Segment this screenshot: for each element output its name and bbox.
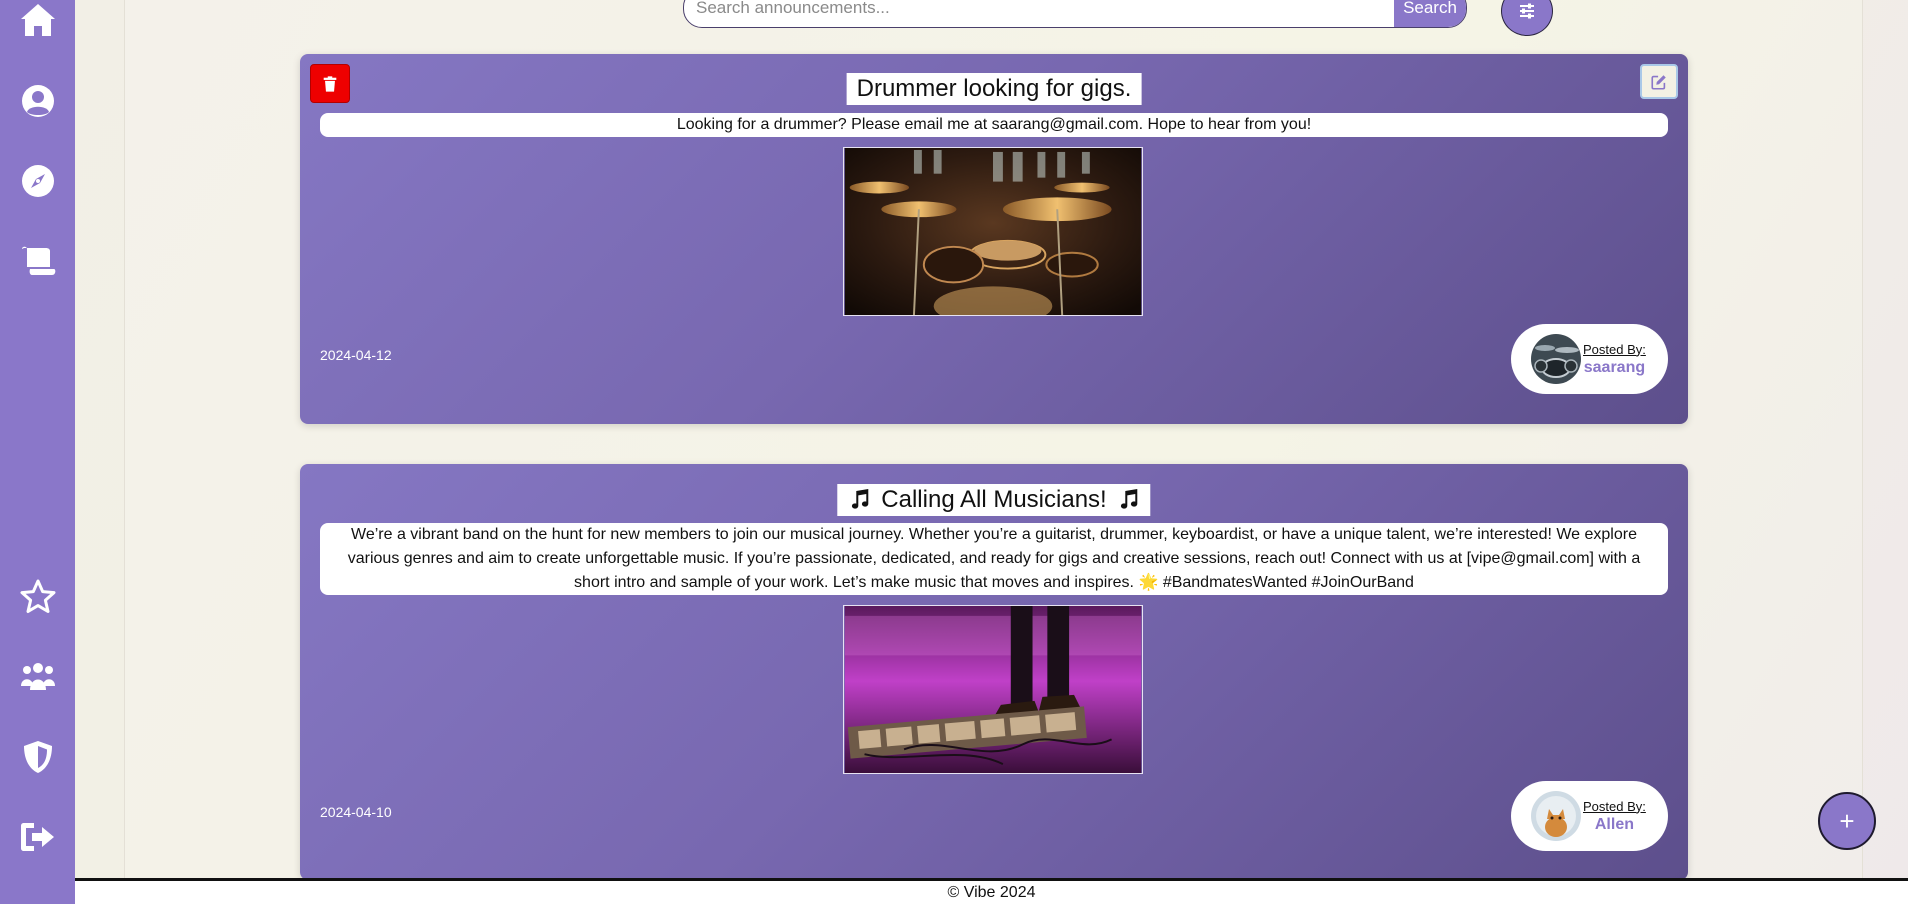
drum-kit-photo — [844, 148, 1142, 315]
announcement-date: 2024-04-12 — [320, 347, 392, 363]
avatar — [1531, 791, 1581, 841]
add-announcement-button[interactable]: + — [1818, 792, 1876, 850]
footer-text: © Vibe 2024 — [947, 884, 1036, 901]
guitar-pedalboard-stage-photo — [844, 606, 1142, 773]
announcement-title-text: Calling All Musicians! — [881, 486, 1107, 513]
nav-explore[interactable] — [0, 151, 75, 211]
nav-logout[interactable] — [0, 807, 75, 867]
announcement-description: We’re a vibrant band on the hunt for new… — [320, 523, 1668, 595]
search-bar: Search — [683, 0, 1467, 28]
people-group-icon — [20, 663, 55, 690]
search-button[interactable]: Search — [1394, 0, 1466, 27]
main-content: Search Drummer looking for gigs. — [124, 0, 1863, 880]
plus-icon: + — [1839, 805, 1855, 836]
announcement-title: Drummer looking for gigs. — [846, 73, 1142, 105]
posted-by-text: Posted By: saarang — [1583, 342, 1646, 377]
drum-avatar-image — [1531, 334, 1581, 384]
trash-icon — [323, 75, 337, 92]
posted-by-text: Posted By: Allen — [1583, 799, 1646, 834]
announcement-title: Calling All Musicians! — [837, 484, 1151, 516]
music-notes-icon — [1121, 489, 1138, 509]
announcement-date: 2024-04-10 — [320, 804, 392, 820]
posted-by[interactable]: Posted By: Allen — [1511, 781, 1668, 851]
announcement-description: Looking for a drummer? Please email me a… — [320, 113, 1668, 137]
nav-profile[interactable] — [0, 71, 75, 131]
edit-icon — [1651, 74, 1666, 90]
nav-favorites[interactable] — [0, 567, 75, 627]
filter-button[interactable] — [1501, 0, 1553, 36]
scroll-icon — [21, 246, 55, 275]
nav-security[interactable] — [0, 727, 75, 787]
shield-icon — [23, 741, 52, 773]
posted-by-label: Posted By: — [1583, 798, 1646, 814]
star-icon — [20, 579, 55, 613]
announcement-title-text: Drummer looking for gigs. — [856, 75, 1132, 102]
nav-announcements[interactable] — [0, 231, 75, 291]
author-link[interactable]: saarang — [1583, 359, 1646, 377]
announcement-card: Calling All Musicians! We’re a vibrant b… — [300, 464, 1688, 880]
author-link[interactable]: Allen — [1583, 816, 1646, 834]
announcement-image — [843, 605, 1143, 774]
footer: © Vibe 2024 — [75, 878, 1908, 904]
compass-icon — [21, 165, 54, 197]
sign-out-icon — [20, 823, 54, 851]
music-notes-icon — [851, 489, 869, 509]
cat-avatar-image — [1531, 791, 1581, 841]
sliders-icon — [1520, 3, 1534, 19]
user-circle-icon — [21, 85, 54, 117]
announcement-card: Drummer looking for gigs. Looking for a … — [300, 54, 1688, 424]
delete-button[interactable] — [310, 64, 350, 103]
search-input[interactable] — [684, 0, 1394, 27]
announcement-image — [843, 147, 1143, 316]
avatar — [1531, 334, 1581, 384]
posted-by[interactable]: Posted By: saarang — [1511, 324, 1668, 394]
posted-by-label: Posted By: — [1583, 341, 1646, 357]
nav-home[interactable] — [0, 0, 75, 50]
home-icon — [20, 4, 55, 36]
edit-button[interactable] — [1640, 64, 1678, 99]
nav-groups[interactable] — [0, 647, 75, 707]
sidebar — [0, 0, 75, 904]
